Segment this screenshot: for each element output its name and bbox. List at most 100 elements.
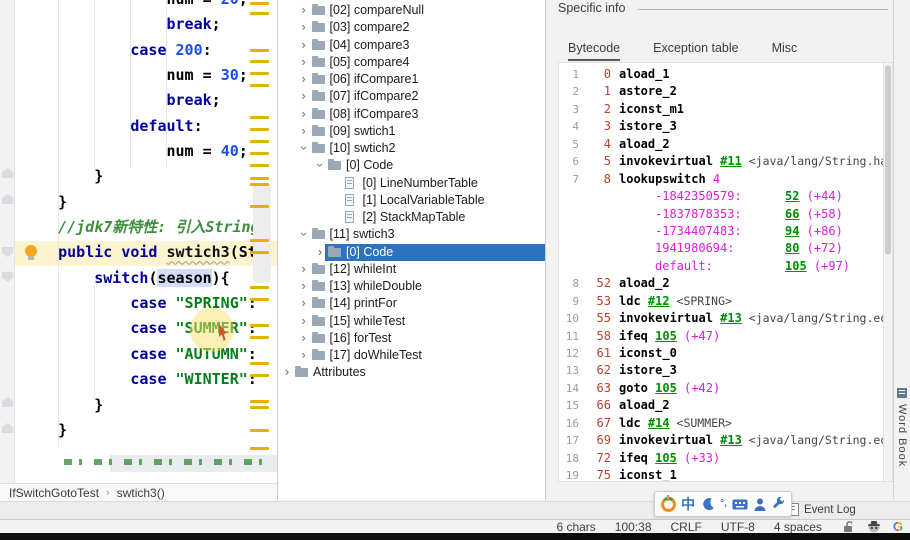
- chevron-right-icon[interactable]: ›: [298, 123, 310, 138]
- editor-gutter[interactable]: [0, 0, 15, 483]
- code-line[interactable]: break;: [22, 12, 256, 37]
- tree-item[interactable]: › [07] ifCompare2: [278, 88, 545, 105]
- tree-item[interactable]: › [14] printFor: [278, 295, 545, 312]
- punctuation-icon[interactable]: °,: [720, 499, 727, 509]
- code-line[interactable]: case 200:: [22, 38, 256, 63]
- intention-bulb-icon[interactable]: [25, 245, 37, 260]
- tree-item[interactable]: [0] LineNumberTable: [278, 175, 545, 192]
- tree-item[interactable]: › [06] ifCompare1: [278, 71, 545, 88]
- chevron-right-icon[interactable]: ›: [298, 89, 310, 103]
- chevron-right-icon[interactable]: ›: [314, 244, 326, 259]
- word-book-icon[interactable]: [897, 388, 907, 398]
- chevron-right-icon[interactable]: ›: [298, 106, 310, 121]
- code-line[interactable]: num = 30;: [22, 63, 256, 88]
- code-line[interactable]: num = 20;: [22, 0, 256, 12]
- tree-item[interactable]: › [0] Code: [278, 243, 545, 261]
- tree-item[interactable]: › [13] whileDouble: [278, 278, 545, 295]
- wrench-icon[interactable]: [771, 497, 785, 511]
- code-line[interactable]: switch(season){: [22, 266, 256, 291]
- google-icon[interactable]: G: [893, 519, 903, 534]
- chevron-right-icon[interactable]: ›: [281, 365, 293, 379]
- tree-item[interactable]: › [03] compare2: [278, 19, 545, 36]
- chevron-down-icon[interactable]: ›: [297, 142, 312, 154]
- chevron-right-icon[interactable]: ›: [298, 348, 310, 362]
- chevron-right-icon[interactable]: ›: [298, 72, 310, 86]
- status-100-38[interactable]: 100:38: [615, 520, 652, 534]
- tree-item[interactable]: [1] LocalVariableTable: [278, 192, 545, 209]
- bytecode-scrollbar-thumb[interactable]: [885, 65, 891, 255]
- breadcrumb-method[interactable]: swtich3(): [117, 486, 165, 500]
- tree-item[interactable]: › [0] Code: [278, 157, 545, 174]
- chevron-right-icon[interactable]: ›: [298, 296, 310, 310]
- constant-pool-link[interactable]: #13: [720, 310, 742, 327]
- editor-scrollbar-thumb[interactable]: [253, 183, 271, 283]
- code-line[interactable]: public void swtich3(Stri: [22, 240, 256, 265]
- user-icon[interactable]: [754, 498, 766, 511]
- tree-item[interactable]: › [05] compare4: [278, 54, 545, 71]
- code-text-area[interactable]: num = 20; break; case 200: num = 30; bre…: [22, 0, 256, 443]
- word-book-toolwindow-button[interactable]: Word Book: [896, 404, 908, 467]
- branch-target-link[interactable]: 105: [785, 258, 807, 275]
- moon-icon[interactable]: [701, 497, 715, 511]
- branch-target-link[interactable]: 80: [785, 240, 799, 257]
- chevron-down-icon[interactable]: ›: [313, 159, 328, 171]
- constant-pool-link[interactable]: 105: [655, 328, 677, 345]
- constant-pool-link[interactable]: #14: [648, 415, 670, 432]
- constant-pool-link[interactable]: #13: [720, 432, 742, 449]
- status-crlf[interactable]: CRLF: [671, 520, 702, 534]
- branch-target-link[interactable]: 66: [785, 206, 799, 223]
- chevron-right-icon[interactable]: ›: [298, 37, 310, 52]
- tree-item[interactable]: › [12] whileInt: [278, 261, 545, 278]
- unlock-icon[interactable]: [843, 520, 855, 533]
- tree-item[interactable]: [2] StackMapTable: [278, 209, 545, 226]
- tree-item[interactable]: › [15] whileTest: [278, 313, 545, 330]
- event-log-button[interactable]: Event Log: [788, 503, 856, 516]
- constant-pool-link[interactable]: 105: [655, 380, 677, 397]
- bytecode-scrollbar[interactable]: [883, 62, 893, 482]
- chinese-mode-icon[interactable]: 中: [681, 497, 695, 511]
- code-line[interactable]: break;: [22, 88, 256, 113]
- chevron-right-icon[interactable]: ›: [298, 261, 310, 276]
- branch-target-link[interactable]: 52: [785, 188, 799, 205]
- breadcrumb-class[interactable]: IfSwitchGotoTest: [9, 486, 99, 500]
- constant-pool-link[interactable]: #12: [648, 293, 670, 310]
- tab-exception-table[interactable]: Exception table: [653, 41, 738, 61]
- ime-power-icon[interactable]: [660, 494, 676, 512]
- constant-pool-link[interactable]: #11: [720, 153, 742, 170]
- tree-item[interactable]: › [16] forTest: [278, 330, 545, 347]
- class-structure-tree[interactable]: › [02] compareNull › [03] compare2 › [04] com…: [278, 0, 545, 500]
- tree-item[interactable]: › [02] compareNull: [278, 2, 545, 19]
- keyboard-icon[interactable]: [732, 499, 748, 510]
- tree-item[interactable]: › [08] ifCompare3: [278, 106, 545, 123]
- spy-icon[interactable]: [867, 520, 881, 533]
- code-line[interactable]: default:: [22, 114, 256, 139]
- code-editor[interactable]: num = 20; break; case 200: num = 30; bre…: [0, 0, 277, 483]
- code-line[interactable]: //jdk7新特性: 引入String类: [22, 215, 256, 240]
- chevron-right-icon[interactable]: ›: [298, 313, 310, 328]
- chevron-right-icon[interactable]: ›: [298, 330, 310, 345]
- code-line[interactable]: }: [22, 190, 256, 215]
- tree-item[interactable]: › Attributes: [278, 364, 545, 381]
- tree-item[interactable]: › [04] compare3: [278, 37, 545, 54]
- tree-item[interactable]: › [10] swtich2: [278, 140, 545, 157]
- status-4-spaces[interactable]: 4 spaces: [774, 520, 822, 534]
- chevron-right-icon[interactable]: ›: [298, 54, 310, 69]
- status-6-chars[interactable]: 6 chars: [556, 520, 595, 534]
- tab-misc[interactable]: Misc: [772, 41, 798, 61]
- chevron-right-icon[interactable]: ›: [298, 3, 310, 17]
- tree-item[interactable]: › [09] swtich1: [278, 123, 545, 140]
- tab-bytecode[interactable]: Bytecode: [568, 41, 621, 61]
- chevron-right-icon[interactable]: ›: [298, 20, 310, 34]
- chevron-right-icon[interactable]: ›: [298, 279, 310, 293]
- code-line[interactable]: num = 40;: [22, 139, 256, 164]
- tree-item[interactable]: › [17] doWhileTest: [278, 347, 545, 364]
- status-utf-8[interactable]: UTF-8: [721, 520, 755, 534]
- tree-item[interactable]: › [11] swtich3: [278, 226, 545, 243]
- code-line[interactable]: }: [22, 418, 256, 443]
- code-line[interactable]: }: [22, 164, 256, 189]
- code-line[interactable]: case "WINTER":br: [22, 367, 256, 392]
- branch-target-link[interactable]: 94: [785, 223, 799, 240]
- code-line[interactable]: }: [22, 393, 256, 418]
- chevron-down-icon[interactable]: ›: [297, 228, 312, 240]
- constant-pool-link[interactable]: 105: [655, 450, 677, 467]
